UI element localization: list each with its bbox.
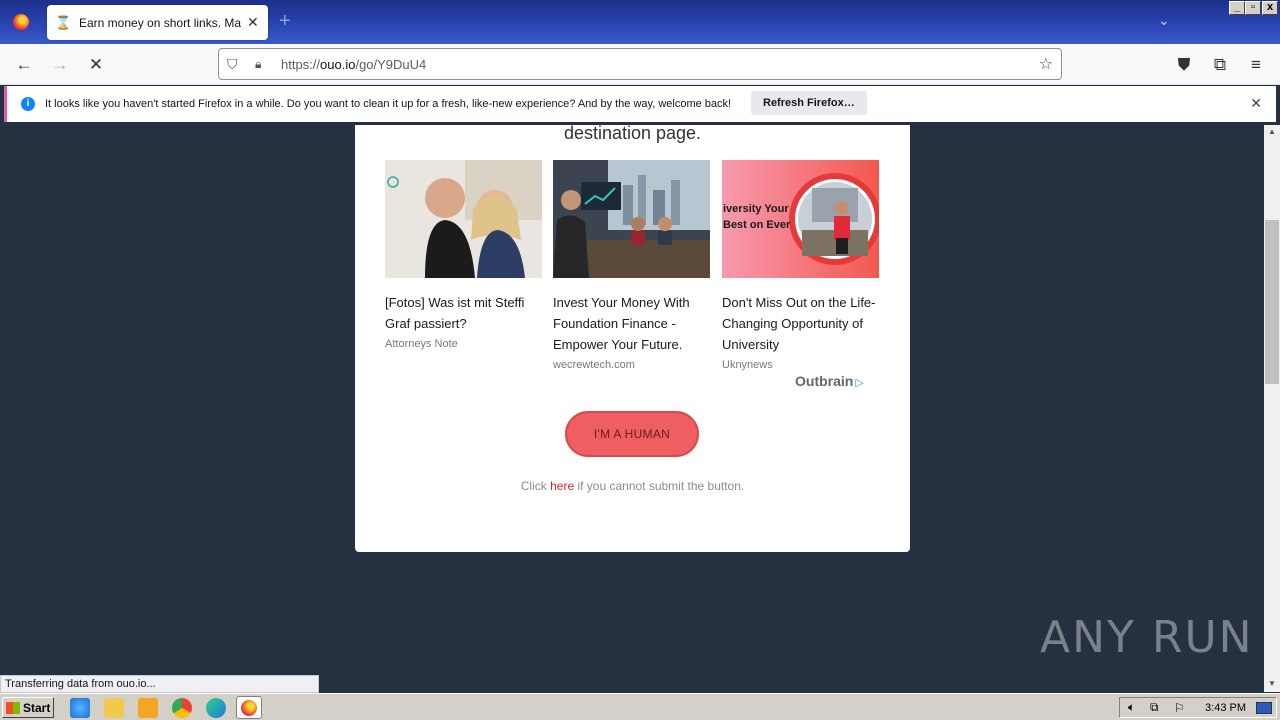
pocket-icon[interactable]: ⛊ [1172, 53, 1196, 77]
lock-icon[interactable]: 🔒︎ [255, 57, 269, 72]
ad-item[interactable]: [Fotos] Was ist mit Steffi Graf passiert… [385, 160, 542, 350]
firefox-logo-icon [13, 14, 29, 30]
ad-headline[interactable]: Invest Your Money With Foundation Financ… [553, 292, 710, 355]
notification-message: It looks like you haven't started Firefo… [45, 98, 732, 110]
scroll-up-arrow-icon[interactable]: ▲ [1264, 127, 1280, 136]
ad-image-university[interactable]: iversity Your Best on Ever [722, 160, 879, 278]
media-player-icon[interactable] [138, 698, 158, 718]
anyrun-watermark: ANY RUN [1040, 612, 1254, 663]
file-explorer-icon[interactable] [104, 698, 124, 718]
firefox-logo-icon [241, 699, 257, 716]
ad-choices-icon[interactable]: ▷ [855, 377, 863, 389]
back-arrow-icon[interactable]: ← [12, 53, 36, 77]
outbrain-label: Outbrain [795, 373, 854, 389]
windows-taskbar: Start 🔈︎ ⧉ ⚐ 3:43 PM [0, 693, 1280, 720]
list-all-tabs-chevron-icon[interactable]: ⌄ [1158, 12, 1170, 29]
status-text: Transferring data from ouo.io... [0, 675, 319, 693]
network-icon[interactable]: ⧉ [1150, 700, 1159, 715]
info-icon: i [21, 97, 35, 111]
clock[interactable]: 3:43 PM [1205, 702, 1246, 714]
puzzle-icon[interactable]: ⧉ [1208, 53, 1232, 77]
ad-banner-text: iversity Your Best on Ever [723, 203, 791, 231]
start-button[interactable]: Start [2, 697, 54, 718]
speaker-icon[interactable]: 🔈︎ [1128, 700, 1135, 715]
destination-heading: destination page. [563, 125, 702, 143]
im-a-human-button[interactable]: I'M A HUMAN [565, 411, 699, 457]
ad-item[interactable]: iversity Your Best on Ever Don't Miss Ou… [722, 160, 879, 371]
vertical-scrollbar[interactable]: ▲ ▼ [1264, 125, 1280, 692]
ad-item[interactable]: Invest Your Money With Foundation Financ… [553, 160, 710, 371]
restore-window-button[interactable]: ▫ [1245, 1, 1261, 15]
new-tab-plus-icon[interactable]: + [279, 10, 291, 33]
minimize-window-button[interactable]: _ [1229, 1, 1245, 15]
windows-flag-icon [6, 701, 20, 714]
tab-bar: ⌛ Earn money on short links. Make s ✕ + … [0, 0, 1280, 44]
ad-image-couple[interactable] [385, 160, 542, 278]
show-desktop-icon[interactable] [1256, 701, 1272, 714]
url-text[interactable]: https://ouo.io/go/Y9DuU4 [281, 57, 426, 72]
firefox-taskbar-button[interactable] [236, 696, 262, 719]
ad-image-meeting[interactable] [553, 160, 710, 278]
fallback-instruction: Click here if you cannot submit the butt… [355, 479, 910, 493]
close-icon[interactable]: ✕ [1250, 95, 1262, 112]
star-icon[interactable]: ☆ [1039, 54, 1053, 74]
shield-icon[interactable]: ⛉ [227, 56, 243, 73]
tab-close-icon[interactable]: ✕ [247, 14, 259, 31]
ad-headline[interactable]: [Fotos] Was ist mit Steffi Graf passiert… [385, 292, 542, 334]
system-tray: 🔈︎ ⧉ ⚐ 3:43 PM [1119, 697, 1277, 718]
start-label: Start [23, 700, 51, 715]
edge-icon[interactable] [206, 698, 226, 718]
internet-explorer-icon[interactable] [70, 698, 90, 718]
refresh-firefox-button[interactable]: Refresh Firefox… [751, 91, 867, 115]
ad-source[interactable]: Attorneys Note [385, 338, 542, 350]
forward-arrow-icon[interactable]: → [48, 53, 72, 77]
hamburger-menu-icon[interactable]: ≡ [1244, 53, 1268, 77]
click-suffix: if you cannot submit the button. [574, 479, 745, 493]
active-tab[interactable]: ⌛ Earn money on short links. Make s ✕ [47, 5, 268, 40]
ad-source[interactable]: Uknynews [722, 359, 879, 371]
hourglass-icon: ⌛ [55, 14, 72, 30]
content-card: destination page. [Fotos] Was ist mit St… [355, 125, 910, 552]
here-link[interactable]: here [550, 479, 574, 493]
navigation-toolbar: ← → ✕ ⛉ 🔒︎ https://ouo.io/go/Y9DuU4 ☆ ⛊ … [0, 44, 1280, 85]
scroll-down-arrow-icon[interactable]: ▼ [1264, 679, 1280, 688]
ad-headline[interactable]: Don't Miss Out on the Life-Changing Oppo… [722, 292, 879, 355]
outbrain-logo[interactable]: Outbrain ▷ [795, 373, 864, 389]
url-bar[interactable]: ⛉ 🔒︎ https://ouo.io/go/Y9DuU4 ☆ [218, 48, 1062, 80]
close-window-button[interactable]: x [1262, 1, 1278, 15]
firefox-menu-button[interactable] [0, 0, 42, 44]
scrollbar-thumb[interactable] [1265, 220, 1279, 384]
tab-title: Earn money on short links. Make s [79, 15, 241, 30]
page-viewport: destination page. [Fotos] Was ist mit St… [0, 125, 1264, 692]
click-prefix: Click [520, 479, 551, 493]
flag-icon[interactable]: ⚐ [1174, 701, 1185, 715]
chrome-icon[interactable] [172, 698, 192, 718]
stop-icon[interactable]: ✕ [84, 53, 108, 77]
ad-source[interactable]: wecrewtech.com [553, 359, 710, 371]
refresh-notification-bar: i It looks like you haven't started Fire… [4, 86, 1276, 122]
